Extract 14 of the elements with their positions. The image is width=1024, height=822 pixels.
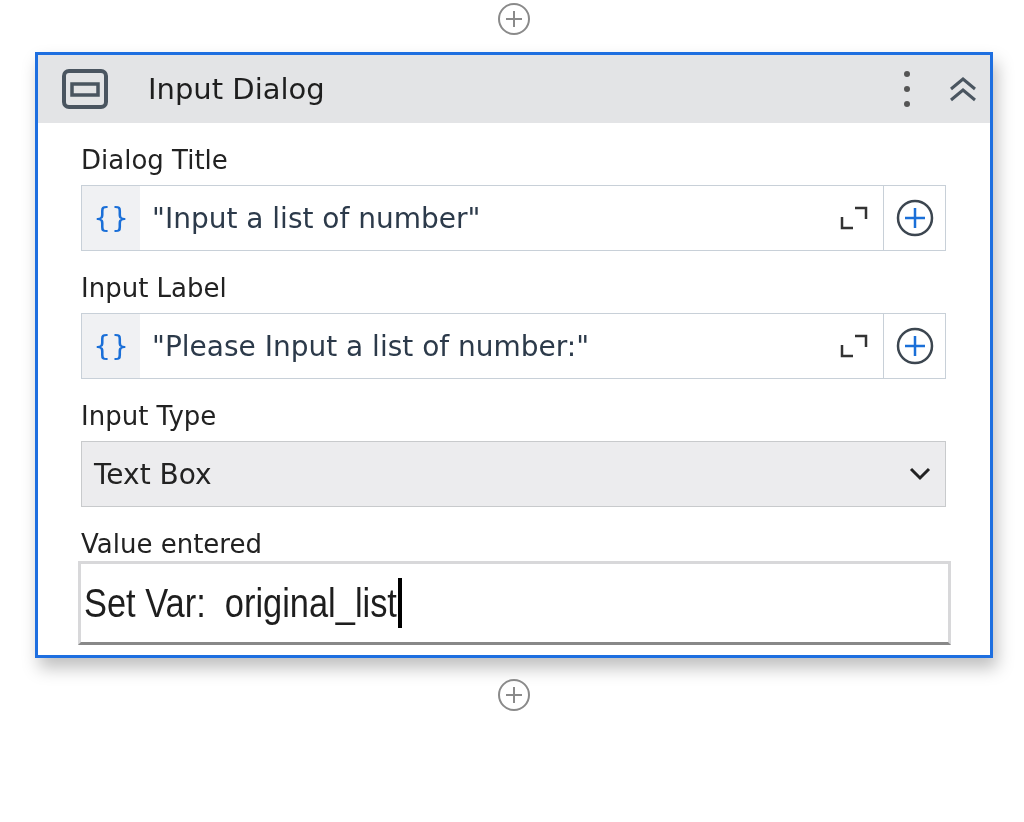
field-label: Value entered	[81, 529, 263, 559]
field-label: Input Type	[81, 401, 218, 431]
field-label: Input Label	[81, 273, 228, 303]
dialog-window-icon	[62, 69, 108, 109]
field-label: Dialog Title	[81, 145, 229, 175]
add-step-icon[interactable]	[497, 2, 531, 36]
value-input-field[interactable]: Set Var: original_list	[78, 561, 951, 645]
chevron-down-icon	[909, 467, 931, 481]
more-options-icon[interactable]	[902, 69, 912, 109]
text-cursor	[397, 578, 402, 628]
collapse-icon[interactable]	[948, 75, 978, 103]
input-type-dropdown[interactable]: Text Box	[81, 441, 946, 507]
add-step-icon[interactable]	[497, 678, 531, 712]
card-title: Input Dialog	[148, 72, 326, 106]
